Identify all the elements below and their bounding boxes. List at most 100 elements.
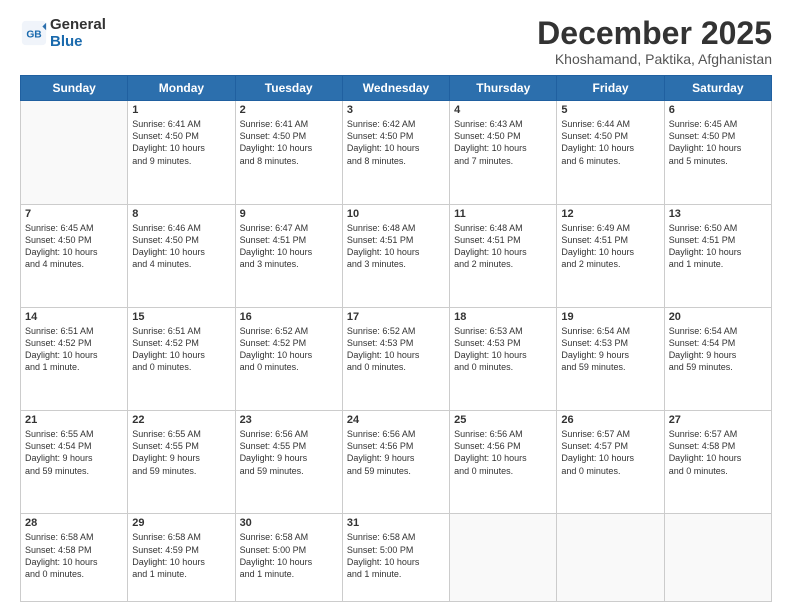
- day-number: 6: [669, 104, 767, 116]
- day-number: 7: [25, 208, 123, 220]
- day-info: Sunrise: 6:46 AMSunset: 4:50 PMDaylight:…: [132, 222, 230, 271]
- calendar-day-cell: 21 Sunrise: 6:55 AMSunset: 4:54 PMDayligh…: [21, 411, 128, 514]
- day-info: Sunrise: 6:49 AMSunset: 4:51 PMDaylight:…: [561, 222, 659, 271]
- day-info: Sunrise: 6:51 AMSunset: 4:52 PMDaylight:…: [25, 325, 123, 374]
- day-number: 5: [561, 104, 659, 116]
- day-info: Sunrise: 6:52 AMSunset: 4:52 PMDaylight:…: [240, 325, 338, 374]
- day-number: 25: [454, 414, 552, 426]
- calendar-day-cell: 25Sunrise: 6:56 AMSunset: 4:56 PMDayligh…: [450, 411, 557, 514]
- day-number: 28: [25, 517, 123, 529]
- calendar-col-header: Thursday: [450, 76, 557, 101]
- day-number: 3: [347, 104, 445, 116]
- calendar-day-cell: 4 Sunrise: 6:43 AMSunset: 4:50 PMDaylight…: [450, 101, 557, 204]
- day-number: 24: [347, 414, 445, 426]
- calendar-col-header: Monday: [128, 76, 235, 101]
- calendar-col-header: Friday: [557, 76, 664, 101]
- day-number: 13: [669, 208, 767, 220]
- calendar-day-cell: 18 Sunrise: 6:53 AMSunset: 4:53 PMDayligh…: [450, 307, 557, 410]
- calendar-day-cell: 31 Sunrise: 6:58 AMSunset: 5:00 PMDayligh…: [342, 514, 449, 602]
- calendar-header-row: SundayMondayTuesdayWednesdayThursdayFrid…: [21, 76, 772, 101]
- calendar-table: SundayMondayTuesdayWednesdayThursdayFrid…: [20, 75, 772, 602]
- calendar-day-cell: 22Sunrise: 6:55 AMSunset: 4:55 PMDayligh…: [128, 411, 235, 514]
- title-block: December 2025 Khoshamand, Paktika, Afgha…: [537, 16, 772, 67]
- day-number: 27: [669, 414, 767, 426]
- day-info: Sunrise: 6:54 AMSunset: 4:54 PMDaylight:…: [669, 325, 767, 374]
- day-number: 17: [347, 311, 445, 323]
- calendar-col-header: Wednesday: [342, 76, 449, 101]
- day-info: Sunrise: 6:58 AMSunset: 5:00 PMDaylight:…: [347, 531, 445, 580]
- calendar-day-cell: 7 Sunrise: 6:45 AMSunset: 4:50 PMDaylight…: [21, 204, 128, 307]
- calendar-col-header: Tuesday: [235, 76, 342, 101]
- day-info: Sunrise: 6:50 AMSunset: 4:51 PMDaylight:…: [669, 222, 767, 271]
- calendar-day-cell: 5Sunrise: 6:44 AMSunset: 4:50 PMDaylight…: [557, 101, 664, 204]
- calendar-day-cell: 17 Sunrise: 6:52 AMSunset: 4:53 PMDayligh…: [342, 307, 449, 410]
- calendar-day-cell: 30 Sunrise: 6:58 AMSunset: 5:00 PMDayligh…: [235, 514, 342, 602]
- calendar-day-cell: 28Sunrise: 6:58 AMSunset: 4:58 PMDayligh…: [21, 514, 128, 602]
- calendar-week-row: 7 Sunrise: 6:45 AMSunset: 4:50 PMDaylight…: [21, 204, 772, 307]
- location: Khoshamand, Paktika, Afghanistan: [537, 51, 772, 67]
- day-info: Sunrise: 6:57 AMSunset: 4:58 PMDaylight:…: [669, 428, 767, 477]
- day-info: Sunrise: 6:56 AMSunset: 4:55 PMDaylight:…: [240, 428, 338, 477]
- day-number: 16: [240, 311, 338, 323]
- calendar-day-cell: 15 Sunrise: 6:51 AMSunset: 4:52 PMDayligh…: [128, 307, 235, 410]
- day-info: Sunrise: 6:54 AMSunset: 4:53 PMDaylight:…: [561, 325, 659, 374]
- day-number: 9: [240, 208, 338, 220]
- day-info: Sunrise: 6:51 AMSunset: 4:52 PMDaylight:…: [132, 325, 230, 374]
- day-number: 18: [454, 311, 552, 323]
- day-number: 23: [240, 414, 338, 426]
- day-info: Sunrise: 6:41 AMSunset: 4:50 PMDaylight:…: [240, 118, 338, 167]
- calendar-day-cell: 8Sunrise: 6:46 AMSunset: 4:50 PMDaylight…: [128, 204, 235, 307]
- calendar-day-cell: 12 Sunrise: 6:49 AMSunset: 4:51 PMDayligh…: [557, 204, 664, 307]
- calendar-week-row: 28Sunrise: 6:58 AMSunset: 4:58 PMDayligh…: [21, 514, 772, 602]
- day-info: Sunrise: 6:48 AMSunset: 4:51 PMDaylight:…: [454, 222, 552, 271]
- calendar-day-cell: 20 Sunrise: 6:54 AMSunset: 4:54 PMDayligh…: [664, 307, 771, 410]
- calendar-day-cell: 1Sunrise: 6:41 AMSunset: 4:50 PMDaylight…: [128, 101, 235, 204]
- calendar-week-row: 21 Sunrise: 6:55 AMSunset: 4:54 PMDayligh…: [21, 411, 772, 514]
- day-info: Sunrise: 6:53 AMSunset: 4:53 PMDaylight:…: [454, 325, 552, 374]
- calendar-day-cell: 19Sunrise: 6:54 AMSunset: 4:53 PMDayligh…: [557, 307, 664, 410]
- calendar-day-cell: 27 Sunrise: 6:57 AMSunset: 4:58 PMDayligh…: [664, 411, 771, 514]
- calendar-day-cell: 9Sunrise: 6:47 AMSunset: 4:51 PMDaylight…: [235, 204, 342, 307]
- day-number: 21: [25, 414, 123, 426]
- day-number: 15: [132, 311, 230, 323]
- day-info: Sunrise: 6:41 AMSunset: 4:50 PMDaylight:…: [132, 118, 230, 167]
- svg-text:GB: GB: [26, 30, 41, 41]
- day-info: Sunrise: 6:43 AMSunset: 4:50 PMDaylight:…: [454, 118, 552, 167]
- day-number: 29: [132, 517, 230, 529]
- logo: GB General Blue: [20, 16, 106, 51]
- calendar-week-row: 14Sunrise: 6:51 AMSunset: 4:52 PMDayligh…: [21, 307, 772, 410]
- day-info: Sunrise: 6:48 AMSunset: 4:51 PMDaylight:…: [347, 222, 445, 271]
- calendar-day-cell: 2 Sunrise: 6:41 AMSunset: 4:50 PMDaylight…: [235, 101, 342, 204]
- calendar-day-cell: 26Sunrise: 6:57 AMSunset: 4:57 PMDayligh…: [557, 411, 664, 514]
- calendar-day-cell: 29Sunrise: 6:58 AMSunset: 4:59 PMDayligh…: [128, 514, 235, 602]
- day-info: Sunrise: 6:45 AMSunset: 4:50 PMDaylight:…: [25, 222, 123, 271]
- day-number: 31: [347, 517, 445, 529]
- calendar-day-cell: [21, 101, 128, 204]
- day-info: Sunrise: 6:45 AMSunset: 4:50 PMDaylight:…: [669, 118, 767, 167]
- day-info: Sunrise: 6:58 AMSunset: 5:00 PMDaylight:…: [240, 531, 338, 580]
- calendar-day-cell: [557, 514, 664, 602]
- day-info: Sunrise: 6:42 AMSunset: 4:50 PMDaylight:…: [347, 118, 445, 167]
- header: GB General Blue December 2025 Khoshamand…: [20, 16, 772, 67]
- calendar-col-header: Sunday: [21, 76, 128, 101]
- day-number: 11: [454, 208, 552, 220]
- calendar-week-row: 1Sunrise: 6:41 AMSunset: 4:50 PMDaylight…: [21, 101, 772, 204]
- day-info: Sunrise: 6:52 AMSunset: 4:53 PMDaylight:…: [347, 325, 445, 374]
- day-info: Sunrise: 6:56 AMSunset: 4:56 PMDaylight:…: [347, 428, 445, 477]
- day-number: 2: [240, 104, 338, 116]
- calendar-day-cell: 6 Sunrise: 6:45 AMSunset: 4:50 PMDaylight…: [664, 101, 771, 204]
- calendar-day-cell: 10Sunrise: 6:48 AMSunset: 4:51 PMDayligh…: [342, 204, 449, 307]
- logo-line1: General: [50, 16, 106, 33]
- calendar-day-cell: [664, 514, 771, 602]
- day-info: Sunrise: 6:55 AMSunset: 4:54 PMDaylight:…: [25, 428, 123, 477]
- day-number: 22: [132, 414, 230, 426]
- day-number: 20: [669, 311, 767, 323]
- day-number: 4: [454, 104, 552, 116]
- calendar-day-cell: 11 Sunrise: 6:48 AMSunset: 4:51 PMDayligh…: [450, 204, 557, 307]
- day-number: 30: [240, 517, 338, 529]
- calendar-col-header: Saturday: [664, 76, 771, 101]
- day-number: 12: [561, 208, 659, 220]
- calendar-day-cell: 3 Sunrise: 6:42 AMSunset: 4:50 PMDaylight…: [342, 101, 449, 204]
- page: GB General Blue December 2025 Khoshamand…: [0, 0, 792, 612]
- calendar-day-cell: 13 Sunrise: 6:50 AMSunset: 4:51 PMDayligh…: [664, 204, 771, 307]
